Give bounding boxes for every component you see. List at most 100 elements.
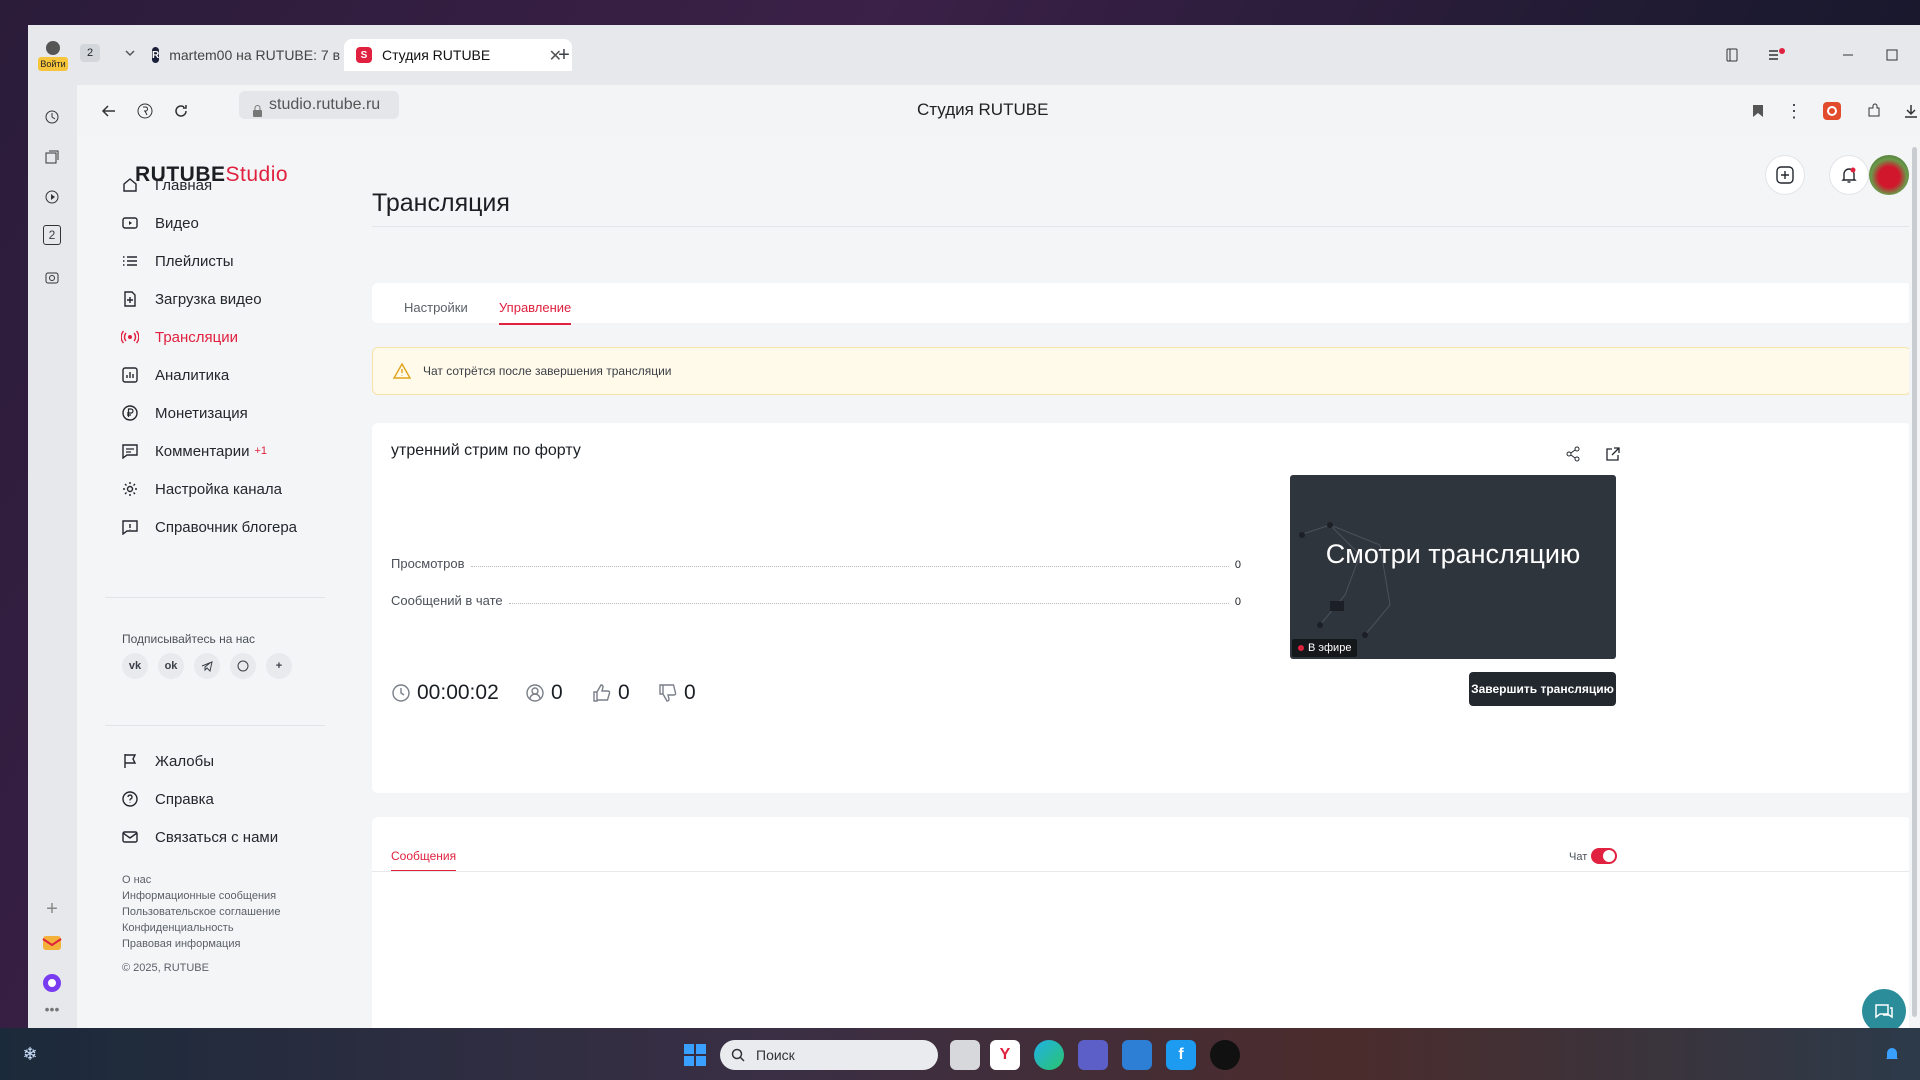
notifications-button[interactable] (1829, 155, 1869, 195)
weather-icon[interactable]: ❄ (18, 1042, 42, 1066)
sidebar-item-broadcasts[interactable]: Трансляции (119, 322, 329, 352)
follow-label: Подписывайтесь на нас (122, 632, 256, 646)
sidebar-item-blogger-guide[interactable]: Справочник блогера (119, 512, 329, 542)
search-placeholder: Поиск (756, 1047, 795, 1063)
notification-bell-icon[interactable] (1880, 1042, 1904, 1066)
tab-settings[interactable]: Настройки (404, 300, 468, 315)
user-icon (46, 41, 60, 55)
edge-icon[interactable] (1034, 1040, 1064, 1070)
teams-icon[interactable] (1078, 1040, 1108, 1070)
menu-icon[interactable] (1764, 43, 1788, 67)
chevron-down-icon[interactable] (122, 45, 138, 61)
minimize-icon[interactable] (1836, 43, 1860, 67)
maximize-icon[interactable] (1880, 43, 1904, 67)
sidebar-item-complaints[interactable]: Жалобы (119, 746, 329, 776)
support-chat-button[interactable] (1862, 989, 1906, 1028)
download-icon[interactable] (1899, 99, 1920, 123)
live-badge: В эфире (1292, 639, 1358, 657)
extension-record-icon[interactable] (1820, 99, 1844, 123)
tab-count-badge[interactable]: 2 (80, 44, 100, 62)
sidebar-item-analytics[interactable]: Аналитика (119, 360, 329, 390)
alice-assistant-icon[interactable] (40, 971, 64, 995)
footer-link-about[interactable]: О нас (122, 874, 151, 886)
obs-icon[interactable] (1210, 1040, 1240, 1070)
screenshot-icon[interactable] (40, 265, 64, 289)
sidebar-item-comments[interactable]: Комментарии +1 (119, 436, 329, 466)
taskbar-search[interactable]: Поиск (720, 1040, 938, 1070)
sidebar-item-home[interactable]: Главная (119, 170, 329, 200)
end-stream-button[interactable]: Завершить трансляцию (1469, 672, 1616, 706)
vk-icon[interactable]: vk (122, 653, 148, 679)
play-icon[interactable] (40, 185, 64, 209)
list-icon (119, 250, 141, 272)
upload-icon (119, 288, 141, 310)
footer-link-user-agreement[interactable]: Пользовательское соглашение (122, 906, 280, 918)
stream-preview[interactable]: Смотри трансляцию В эфире (1290, 475, 1616, 659)
ruble-icon (119, 402, 141, 424)
comments-badge: +1 (254, 445, 268, 457)
upload-button[interactable] (1765, 155, 1805, 195)
sidebar-item-help[interactable]: Справка (119, 784, 329, 814)
tab-rutube-channel[interactable]: R martem00 на RUTUBE: 7 в (140, 39, 340, 71)
heading-divider (372, 226, 1911, 227)
task-view-icon[interactable] (950, 1040, 980, 1070)
ok-icon[interactable]: ok (158, 653, 184, 679)
more-vertical-icon[interactable]: ⋮ (1782, 99, 1806, 123)
info-icon (119, 516, 141, 538)
chat-toggle-label: Чат (1569, 851, 1588, 863)
more-social-icon[interactable]: + (266, 653, 292, 679)
sidebar-divider (105, 597, 325, 598)
tab-group-badge[interactable]: 2 (43, 225, 61, 245)
yandex-browser-icon[interactable]: Y (990, 1040, 1020, 1070)
open-external-icon[interactable] (1601, 442, 1625, 466)
reload-icon[interactable] (169, 99, 193, 123)
facebook-icon[interactable]: f (1166, 1040, 1196, 1070)
share-icon[interactable] (1561, 442, 1585, 466)
extensions-icon[interactable] (1862, 99, 1886, 123)
mail-app-icon[interactable] (40, 931, 64, 955)
chat-toggle[interactable] (1591, 848, 1617, 864)
store-icon[interactable] (1122, 1040, 1152, 1070)
footer-link-info-messages[interactable]: Информационные сообщения (122, 890, 276, 902)
browser-window: Войти 2 R martem00 на RUTUBE: 7 в S Студ… (28, 25, 1920, 1028)
stat-value: 0 (1234, 559, 1241, 571)
sidebar-item-contact[interactable]: Связаться с нами (119, 822, 329, 852)
bookmark-icon[interactable] (1746, 99, 1770, 123)
sidebar-item-label: Настройка канала (155, 480, 282, 498)
add-panel-icon[interactable]: + (40, 897, 64, 921)
sidebar-item-channel-settings[interactable]: Настройка канала (119, 474, 329, 504)
new-tab-icon[interactable]: + (552, 43, 576, 67)
footer-link-privacy[interactable]: Конфиденциальность (122, 922, 234, 934)
likes-value: 0 (618, 681, 630, 704)
address-bar: studio.rutube.ru Студия RUTUBE ⋮ (77, 85, 1920, 137)
tab-management[interactable]: Управление (499, 300, 572, 325)
yandex-icon[interactable] (133, 99, 157, 123)
broadcast-icon (119, 326, 141, 348)
page-scrollbar[interactable] (1909, 137, 1920, 1028)
sidebar-item-upload[interactable]: Загрузка видео (119, 284, 329, 314)
more-icon[interactable]: ••• (40, 1001, 64, 1017)
history-icon[interactable] (40, 105, 64, 129)
tabs-panel-icon[interactable] (40, 145, 64, 169)
sidebar-item-playlists[interactable]: Плейлисты (119, 246, 329, 276)
sidebar-item-video[interactable]: Видео (119, 208, 329, 238)
avatar[interactable] (1869, 155, 1909, 195)
telegram-icon[interactable] (194, 653, 220, 679)
sidebar-item-label: Плейлисты (155, 252, 234, 270)
footer-link-legal[interactable]: Правовая информация (122, 938, 240, 950)
sidebar-item-monetization[interactable]: Монетизация (119, 398, 329, 428)
start-icon[interactable] (680, 1040, 710, 1070)
back-icon[interactable] (97, 99, 121, 123)
profile-label: Войти (38, 57, 68, 71)
tab-messages[interactable]: Сообщения (391, 849, 457, 872)
mail-icon (119, 826, 141, 848)
duration-counter: 00:00:02 (391, 681, 499, 705)
viber-icon[interactable] (230, 653, 256, 679)
sidebar-item-label: Комментарии (155, 442, 250, 460)
warning-icon (393, 362, 411, 379)
tab-rutube-studio[interactable]: S Студия RUTUBE ✕ (344, 39, 572, 71)
profile-button[interactable]: Войти (38, 39, 68, 75)
collections-icon[interactable] (1720, 43, 1744, 67)
analytics-icon (119, 364, 141, 386)
scrollbar-thumb[interactable] (1912, 147, 1917, 1017)
